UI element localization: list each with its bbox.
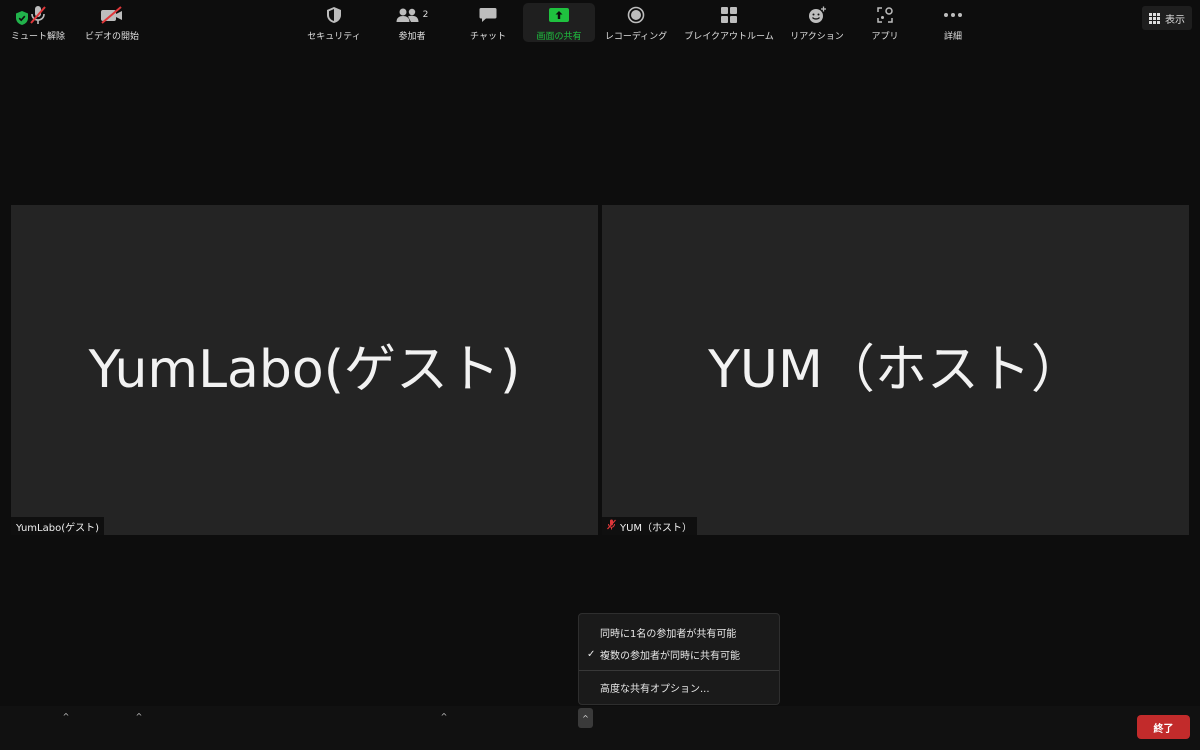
- shield-icon: [326, 4, 342, 26]
- share-screen-icon: [549, 8, 569, 22]
- view-label: 表示: [1165, 14, 1185, 26]
- participant-name-tag: YumLabo(ゲスト): [11, 517, 105, 535]
- menu-item-label: 同時に1名の参加者が共有可能: [600, 628, 737, 640]
- share-screen-label: 画面の共有: [536, 32, 582, 42]
- recording-button[interactable]: レコーディング: [600, 0, 672, 44]
- video-options-caret[interactable]: ^: [134, 712, 144, 722]
- participant-display-name: YUM（ホスト）: [708, 339, 1083, 400]
- more-label: 詳細: [943, 32, 962, 42]
- checkmark-icon: ✓: [587, 648, 596, 660]
- video-tile-host[interactable]: YUM（ホスト） YUM（ホスト）: [602, 205, 1189, 535]
- chat-button[interactable]: チャット: [466, 0, 510, 44]
- participants-options-caret[interactable]: ^: [439, 712, 449, 722]
- menu-item-label: 高度な共有オプション...: [600, 683, 710, 695]
- share-options-menu: 同時に1名の参加者が共有可能 ✓ 複数の参加者が同時に共有可能 高度な共有オプシ…: [578, 613, 780, 705]
- chat-bubble-icon: [479, 4, 497, 26]
- audio-options-caret[interactable]: ^: [61, 712, 71, 722]
- chat-label: チャット: [470, 32, 506, 42]
- video-off-icon: [100, 4, 124, 26]
- menu-divider: [579, 670, 779, 671]
- grid-view-icon: [1149, 12, 1160, 24]
- menu-item-multi-share[interactable]: ✓ 複数の参加者が同時に共有可能: [579, 644, 779, 664]
- muted-mic-icon: [607, 519, 616, 533]
- meeting-toolbar: [0, 706, 1200, 750]
- participants-button[interactable]: 2 参加者: [388, 0, 436, 44]
- ellipsis-icon: [943, 4, 963, 26]
- breakout-rooms-icon: [720, 4, 738, 26]
- start-video-label: ビデオの開始: [84, 32, 139, 42]
- security-button[interactable]: セキュリティ: [303, 0, 365, 44]
- video-tile-guest[interactable]: YumLabo(ゲスト) YumLabo(ゲスト): [11, 205, 598, 535]
- end-meeting-button[interactable]: 終了: [1137, 715, 1190, 739]
- reaction-smiley-icon: [807, 4, 827, 26]
- participant-display-name: YumLabo(ゲスト): [88, 339, 521, 400]
- record-icon: [627, 4, 645, 26]
- reactions-label: リアクション: [790, 32, 844, 42]
- security-label: セキュリティ: [307, 32, 361, 42]
- participant-name-tag: YUM（ホスト）: [602, 517, 698, 535]
- zoom-meeting-window: 表示 YumLabo(ゲスト) YumLabo(ゲスト) YUM（ホスト） YU…: [0, 0, 1200, 750]
- share-options-caret[interactable]: ^: [578, 708, 593, 728]
- share-screen-button[interactable]: 画面の共有: [530, 0, 588, 44]
- reactions-button[interactable]: リアクション: [785, 0, 849, 44]
- view-button[interactable]: 表示: [1142, 6, 1192, 30]
- menu-item-advanced-share[interactable]: 高度な共有オプション...: [579, 677, 779, 697]
- muted-mic-icon: [29, 4, 47, 26]
- participants-count: 2: [422, 10, 429, 20]
- unmute-label: ミュート解除: [10, 32, 65, 42]
- menu-item-single-share[interactable]: 同時に1名の参加者が共有可能: [579, 622, 779, 642]
- participants-icon: 2: [396, 4, 429, 26]
- apps-button[interactable]: アプリ: [863, 0, 907, 44]
- end-meeting-label: 終了: [1153, 723, 1174, 735]
- participant-tag-label: YUM（ホスト）: [620, 522, 693, 534]
- apps-icon: [876, 4, 894, 26]
- apps-label: アプリ: [871, 32, 899, 42]
- start-video-button[interactable]: ビデオの開始: [82, 0, 142, 44]
- breakout-rooms-label: ブレイクアウトルーム: [684, 32, 774, 42]
- participant-tag-label: YumLabo(ゲスト): [16, 522, 100, 534]
- breakout-rooms-button[interactable]: ブレイクアウトルーム: [680, 0, 778, 44]
- recording-label: レコーディング: [604, 32, 668, 42]
- participants-label: 参加者: [398, 32, 426, 42]
- more-button[interactable]: 詳細: [933, 0, 973, 44]
- menu-item-label: 複数の参加者が同時に共有可能: [600, 650, 740, 662]
- unmute-button[interactable]: ミュート解除: [8, 0, 68, 44]
